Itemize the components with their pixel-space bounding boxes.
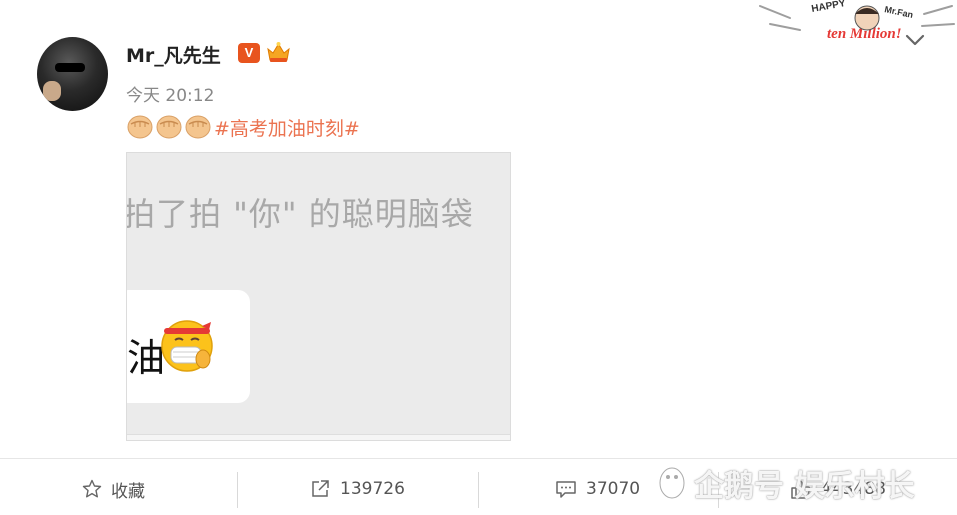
comment-count: 37070 [586,479,641,499]
avatar[interactable] [37,37,108,111]
hashtag-link[interactable]: #高考加油时刻# [214,114,360,141]
star-icon [82,479,102,498]
chevron-down-icon[interactable] [903,30,927,50]
share-icon [312,480,329,497]
mask-salute-emoji-icon [161,320,213,372]
action-separator [478,472,479,508]
image-caption-text: 拍了拍 "你" 的聪明脑袋 [126,195,474,233]
post-timestamp[interactable]: 今天 20:12 [126,81,214,106]
post-text: #高考加油时刻# [126,113,360,141]
image-bottom-strip [127,434,510,440]
action-bar-divider [0,458,957,459]
username[interactable]: Mr_凡先生 [126,41,221,68]
repost-count: 139726 [340,479,405,499]
comment-button[interactable]: 37070 [555,474,640,504]
favorite-label: 收藏 [111,481,145,502]
avatar-sunglasses [55,63,85,72]
penguin-logo-icon [658,466,686,500]
verified-badge-icon[interactable]: V [238,43,260,63]
post-image[interactable]: 拍了拍 "你" 的聪明脑袋 油 [126,152,511,441]
comment-icon [556,481,576,498]
watermark: 企鹅号 娱乐村长 [656,461,914,505]
fist-emoji-icon [185,115,211,139]
fist-emoji-icon [156,115,182,139]
repost-button[interactable]: 139726 [310,474,405,504]
watermark-text: 企鹅号 娱乐村长 [694,469,915,504]
avatar-hand [43,81,61,101]
member-crown-icon[interactable] [265,40,292,65]
action-separator [237,472,238,508]
sticker-text-mrfan: Mr.Fan [884,4,914,20]
sticker-text-happy: HAPPY [811,0,847,15]
favorite-button[interactable]: 收藏 [82,474,145,504]
fist-emoji-icon [127,115,153,139]
